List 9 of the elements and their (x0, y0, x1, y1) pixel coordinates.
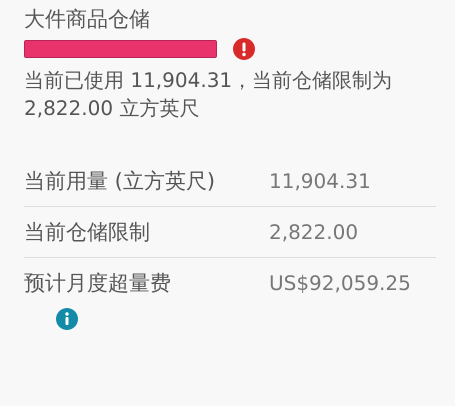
row-label: 当前用量 (立方英尺) (24, 168, 216, 195)
row-value: 11,904.31 (269, 168, 371, 195)
section-title: 大件商品仓储 (24, 6, 151, 32)
row-value: 2,822.00 (269, 219, 358, 246)
row-label: 当前仓储限制 (24, 219, 151, 246)
info-icon[interactable] (56, 308, 78, 330)
row-value: US$92,059.25 (269, 270, 411, 297)
row-label: 预计月度超量费 (24, 270, 172, 297)
usage-description: 当前已使用 11,904.31，当前仓储限制为 2,822.00 立方英尺 (24, 67, 394, 122)
